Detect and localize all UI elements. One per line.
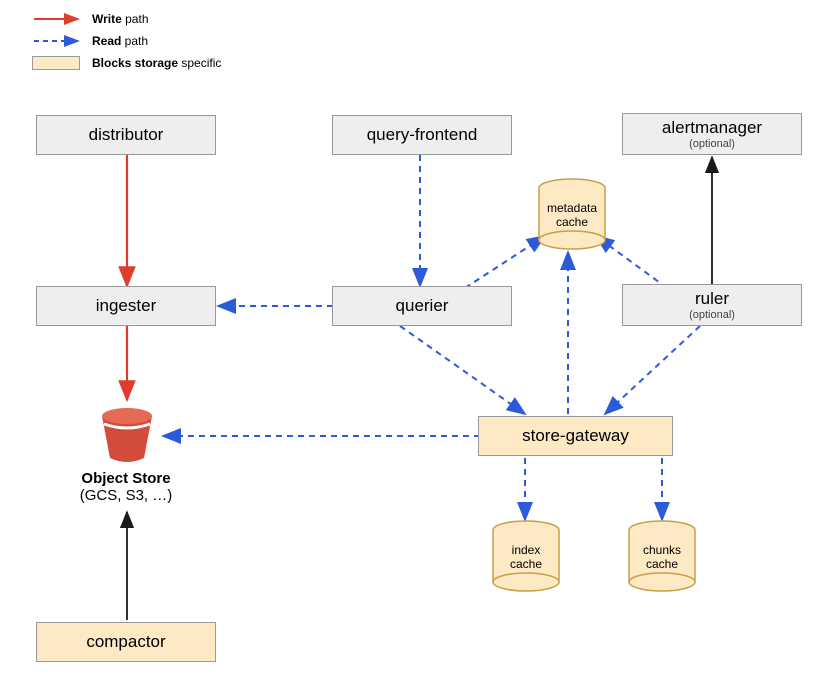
diagram-connectors <box>0 0 835 690</box>
legend-write-label: Write path <box>92 12 149 26</box>
node-label: querier <box>396 296 449 316</box>
node-query-frontend: query-frontend <box>332 115 512 155</box>
cache-index: indexcache <box>490 520 562 599</box>
legend-write-arrow-icon <box>32 13 84 25</box>
object-store-bucket-icon <box>94 402 160 473</box>
node-label: ruler <box>695 289 729 309</box>
cache-label: indexcache <box>490 544 562 572</box>
edge-querier-metadata <box>465 236 545 288</box>
legend-write: Write path <box>32 10 221 28</box>
edge-querier-storegateway <box>400 326 525 414</box>
node-label: alertmanager <box>662 118 762 138</box>
legend: Write path Read path Blocks storage spec… <box>32 10 221 76</box>
object-store-label: Object Store (GCS, S3, …) <box>36 470 216 504</box>
cache-label: metadatacache <box>536 202 608 230</box>
edge-ruler-storegateway <box>605 326 700 414</box>
legend-read-label: Read path <box>92 34 148 48</box>
legend-read-arrow-icon <box>32 35 84 47</box>
node-sublabel: (optional) <box>689 138 735 150</box>
cache-chunks: chunkscache <box>626 520 698 599</box>
node-label: store-gateway <box>522 426 629 446</box>
node-store-gateway: store-gateway <box>478 416 673 456</box>
legend-blocks: Blocks storage specific <box>32 54 221 72</box>
cache-label: chunkscache <box>626 544 698 572</box>
node-label: query-frontend <box>367 125 478 145</box>
cache-metadata: metadatacache <box>536 178 608 257</box>
node-alertmanager: alertmanager (optional) <box>622 113 802 155</box>
legend-blocks-label: Blocks storage specific <box>92 56 221 70</box>
node-querier: querier <box>332 286 512 326</box>
node-sublabel: (optional) <box>689 309 735 321</box>
legend-blocks-swatch-icon <box>32 56 80 70</box>
node-label: ingester <box>96 296 156 316</box>
node-distributor: distributor <box>36 115 216 155</box>
node-ingester: ingester <box>36 286 216 326</box>
legend-read: Read path <box>32 32 221 50</box>
node-label: distributor <box>89 125 164 145</box>
node-compactor: compactor <box>36 622 216 662</box>
node-label: compactor <box>86 632 165 652</box>
node-ruler: ruler (optional) <box>622 284 802 326</box>
